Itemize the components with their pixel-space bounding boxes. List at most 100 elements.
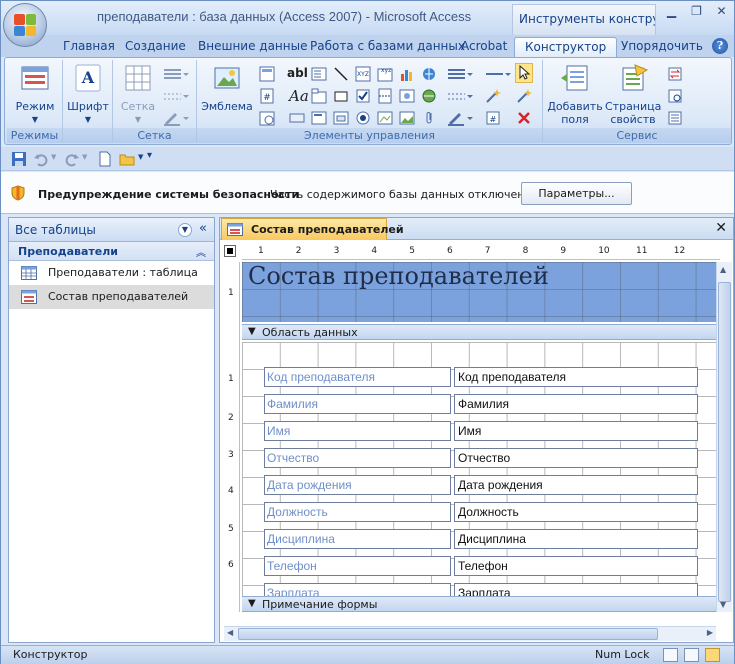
tab-control-icon[interactable] — [311, 88, 327, 104]
add-existing-fields-button[interactable]: Добавить поля — [545, 62, 605, 126]
detail-section-bar[interactable]: ▼ Область данных — [242, 324, 716, 340]
control-wizards-icon[interactable] — [516, 88, 532, 104]
form-header-section[interactable]: Состав преподавателей — [242, 262, 716, 322]
rectangle-tool-icon[interactable] — [333, 88, 349, 104]
customize-qat-icon[interactable]: ▾ — [147, 150, 152, 161]
line-tool-icon[interactable] — [333, 66, 349, 82]
toggle-xyz-icon[interactable]: XYZ — [355, 66, 371, 82]
property-sheet-button[interactable]: Страница свойств — [605, 62, 661, 126]
form-view-icon[interactable] — [663, 648, 678, 662]
layout-view-icon[interactable] — [684, 648, 699, 662]
field-textbox[interactable]: Отчество — [454, 448, 698, 468]
scroll-down-icon[interactable]: ▼ — [720, 600, 726, 609]
field-label[interactable]: Телефон — [264, 556, 451, 576]
button-tool-icon[interactable] — [289, 110, 305, 126]
field-textbox[interactable]: Имя — [454, 421, 698, 441]
vertical-scroll-thumb[interactable] — [718, 282, 731, 602]
chevron-up-icon[interactable]: ︽ — [196, 244, 206, 259]
line-type-2-icon[interactable] — [447, 88, 473, 104]
pen-color-icon[interactable] — [163, 110, 189, 126]
new-document-icon[interactable] — [97, 151, 113, 167]
save-icon[interactable] — [11, 151, 27, 167]
nav-item-teachers-table[interactable]: Преподаватели : таблица — [9, 261, 214, 285]
aa-label-icon[interactable]: Aa — [289, 87, 309, 105]
line-thickness-2-icon[interactable] — [447, 66, 473, 82]
collapse-pane-icon[interactable]: « — [199, 221, 207, 236]
image-tool-icon[interactable] — [399, 110, 415, 126]
field-textbox[interactable]: Фамилия — [454, 394, 698, 414]
option-button-icon[interactable] — [355, 110, 371, 126]
tab-arrange[interactable]: Упорядочить — [621, 37, 703, 57]
form-title-label[interactable]: Состав преподавателей — [248, 262, 549, 290]
tab-acrobat[interactable]: Acrobat — [461, 37, 507, 57]
bound-object-icon[interactable] — [377, 110, 393, 126]
chevron-down-icon[interactable]: ▼ — [82, 153, 87, 161]
field-textbox[interactable]: Должность — [454, 502, 698, 522]
undo-icon[interactable] — [33, 151, 49, 167]
chevron-down-icon[interactable]: ▼ — [178, 223, 192, 237]
scroll-up-icon[interactable]: ▲ — [720, 265, 726, 274]
document-tab[interactable]: Состав преподавателей — [221, 218, 404, 240]
line-type-icon[interactable] — [163, 88, 189, 104]
office-button[interactable] — [3, 3, 47, 47]
combo-box-icon[interactable] — [311, 66, 327, 82]
tab-external-data[interactable]: Внешние данные — [198, 37, 307, 57]
page-number-icon[interactable]: # — [259, 88, 275, 104]
field-label[interactable]: Отчество — [264, 448, 451, 468]
field-label[interactable]: Код преподавателя — [264, 367, 451, 387]
view-button[interactable]: Режим ▼ — [13, 62, 57, 126]
tab-database-tools[interactable]: Работа с базами данных — [310, 37, 465, 57]
design-view-icon[interactable] — [705, 648, 720, 662]
field-textbox[interactable]: Телефон — [454, 556, 698, 576]
close-document-icon[interactable]: ✕ — [715, 220, 727, 236]
activex-icon[interactable]: # — [485, 110, 501, 126]
horizontal-scroll-thumb[interactable] — [238, 628, 658, 640]
view-code-icon[interactable] — [667, 88, 683, 104]
field-label[interactable]: Имя — [264, 421, 451, 441]
list-box-icon[interactable] — [311, 110, 327, 126]
field-label[interactable]: Должность — [264, 502, 451, 522]
line-color-icon[interactable] — [447, 110, 473, 126]
wizard-tool-icon[interactable] — [485, 88, 501, 104]
horizontal-scrollbar[interactable]: ◀ ▶ — [224, 626, 716, 641]
unbound-object-icon[interactable] — [399, 88, 415, 104]
nav-header[interactable]: Все таблицы ▼ « — [9, 218, 214, 242]
field-label[interactable]: Дисциплина — [264, 529, 451, 549]
help-icon[interactable]: ? — [712, 38, 728, 54]
label-tool-icon[interactable]: abl — [287, 66, 308, 80]
open-folder-icon[interactable] — [119, 151, 135, 167]
special-effect-icon[interactable] — [485, 66, 511, 82]
chevron-down-icon[interactable]: ▼ — [51, 153, 56, 161]
restore-icon[interactable]: ❐ — [684, 1, 709, 21]
attachment-icon[interactable] — [421, 110, 437, 126]
close-icon[interactable]: ✕ — [709, 1, 734, 21]
web-browser-icon[interactable] — [421, 88, 437, 104]
nav-item-teachers-form[interactable]: Состав преподавателей — [9, 285, 214, 309]
field-textbox[interactable]: Дисциплина — [454, 529, 698, 549]
tab-create[interactable]: Создание — [125, 37, 186, 57]
nav-group-teachers[interactable]: Преподаватели ︽ — [9, 242, 214, 261]
scroll-left-icon[interactable]: ◀ — [227, 628, 233, 637]
title-icon[interactable] — [259, 66, 275, 82]
checkbox-tool-icon[interactable] — [355, 88, 371, 104]
chevron-down-icon[interactable]: ▼ — [138, 153, 143, 161]
date-time-icon[interactable] — [259, 110, 275, 126]
tab-home[interactable]: Главная — [63, 37, 115, 57]
delete-control-icon[interactable] — [516, 110, 532, 126]
tab-order-icon[interactable] — [667, 66, 683, 82]
grid-button[interactable]: Сетка ▼ — [116, 62, 160, 126]
hyperlink-icon[interactable] — [421, 66, 437, 82]
convert-macros-icon[interactable] — [667, 110, 683, 126]
field-label[interactable]: Фамилия — [264, 394, 451, 414]
form-selector[interactable] — [224, 245, 236, 257]
minimize-icon[interactable]: ▁ — [659, 1, 684, 21]
font-button[interactable]: A Шрифт ▼ — [66, 62, 110, 126]
scroll-right-icon[interactable]: ▶ — [707, 628, 713, 637]
logo-button[interactable]: Эмблема — [201, 62, 253, 113]
redo-icon[interactable] — [64, 151, 80, 167]
line-thickness-icon[interactable] — [163, 66, 189, 82]
security-options-button[interactable]: Параметры... — [521, 182, 632, 205]
page-break-icon[interactable] — [377, 88, 393, 104]
tab-design[interactable]: Конструктор — [514, 37, 618, 57]
field-label[interactable]: Дата рождения — [264, 475, 451, 495]
